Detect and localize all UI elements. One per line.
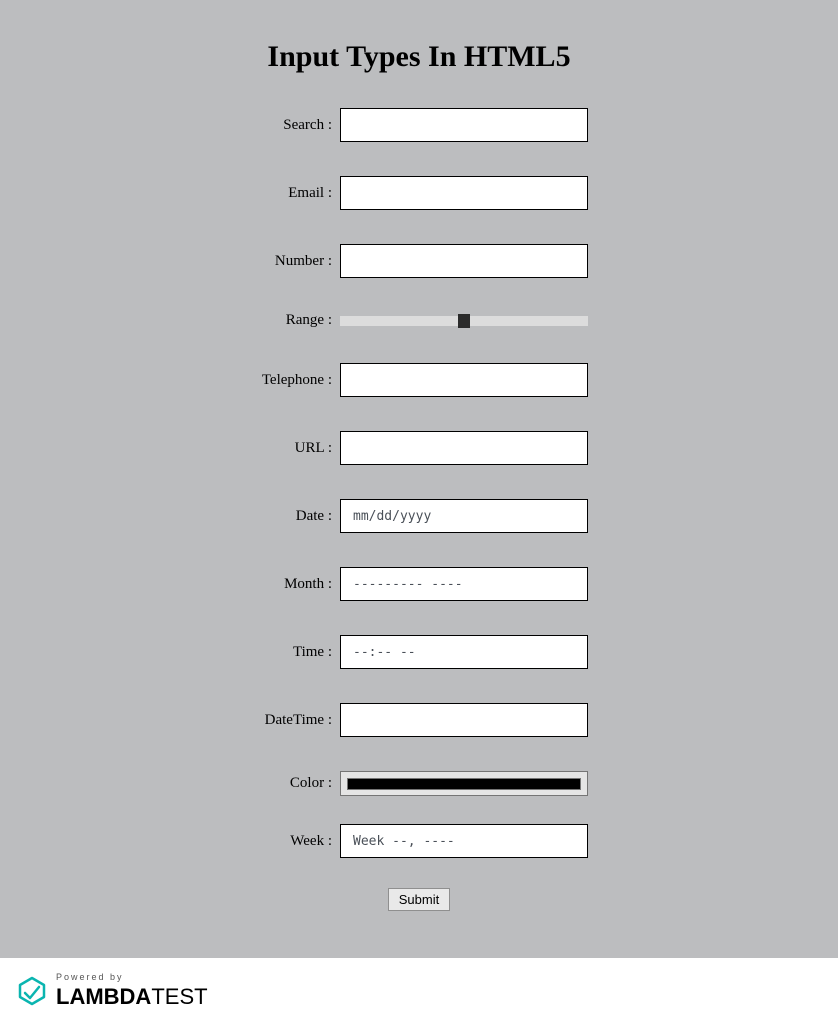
number-row: Number : [60, 244, 778, 278]
brand-name: LAMBDATEST [56, 984, 208, 1010]
powered-by-label: Powered by [56, 972, 208, 982]
date-label: Date : [250, 508, 340, 525]
month-label: Month : [250, 576, 340, 593]
submit-button[interactable]: Submit [388, 888, 450, 911]
search-input[interactable] [340, 108, 588, 142]
range-row: Range : [60, 312, 778, 329]
telephone-input[interactable] [340, 363, 588, 397]
brand-bold: LAMBDA [56, 984, 151, 1009]
url-row: URL : [60, 431, 778, 465]
time-row: Time : --:-- -- [60, 635, 778, 669]
time-input[interactable]: --:-- -- [340, 635, 588, 669]
month-row: Month : --------- ---- [60, 567, 778, 601]
color-row: Color : [60, 771, 778, 796]
number-input[interactable] [340, 244, 588, 278]
time-label: Time : [250, 644, 340, 661]
search-row: Search : [60, 108, 778, 142]
color-input[interactable] [340, 771, 588, 796]
week-label: Week : [250, 833, 340, 850]
range-input[interactable] [340, 316, 588, 326]
footer: Powered by LAMBDATEST [0, 958, 838, 1024]
url-label: URL : [250, 440, 340, 457]
week-input[interactable]: Week --, ---- [340, 824, 588, 858]
number-label: Number : [250, 253, 340, 270]
range-track [340, 316, 588, 326]
brand-row: Powered by LAMBDATEST [16, 972, 208, 1010]
form-container: Input Types In HTML5 Search : Email : Nu… [0, 0, 838, 958]
brand-light: TEST [151, 984, 207, 1009]
lambdatest-logo-icon [16, 975, 48, 1007]
month-input[interactable]: --------- ---- [340, 567, 588, 601]
footer-text-block: Powered by LAMBDATEST [56, 972, 208, 1010]
range-label: Range : [250, 312, 340, 329]
search-label: Search : [250, 117, 340, 134]
date-row: Date : mm/dd/yyyy [60, 499, 778, 533]
datetime-label: DateTime : [250, 712, 340, 729]
datetime-input[interactable] [340, 703, 588, 737]
color-swatch [347, 778, 581, 790]
telephone-label: Telephone : [250, 372, 340, 389]
telephone-row: Telephone : [60, 363, 778, 397]
url-input[interactable] [340, 431, 588, 465]
date-input[interactable]: mm/dd/yyyy [340, 499, 588, 533]
datetime-row: DateTime : [60, 703, 778, 737]
email-label: Email : [250, 185, 340, 202]
email-input[interactable] [340, 176, 588, 210]
submit-row: Submit [60, 888, 778, 911]
range-thumb[interactable] [458, 314, 470, 328]
page-title: Input Types In HTML5 [60, 40, 778, 74]
color-label: Color : [250, 775, 340, 792]
week-row: Week : Week --, ---- [60, 824, 778, 858]
email-row: Email : [60, 176, 778, 210]
